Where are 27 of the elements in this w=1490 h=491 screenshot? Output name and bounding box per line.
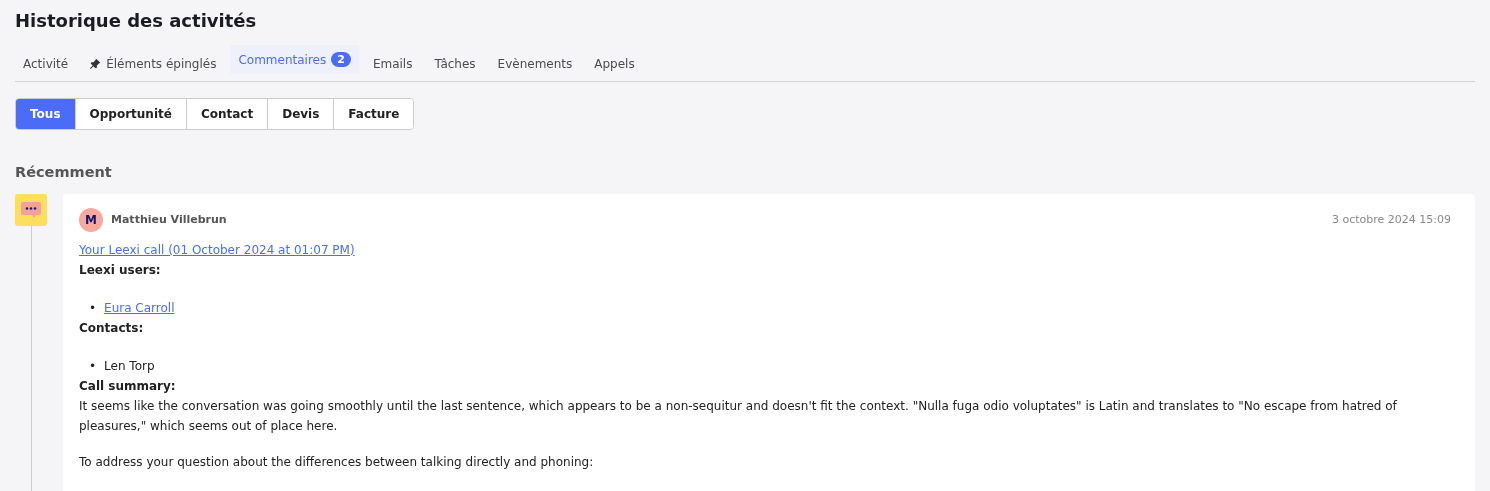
page-title: Historique des activités	[15, 9, 258, 33]
tab[interactable]: Éléments épinglés	[82, 46, 225, 81]
paragraph: To address your question about the differences between talking directly and phoning:	[79, 454, 595, 471]
filter-button[interactable]: Tous	[16, 99, 75, 129]
comment-icon	[15, 194, 47, 226]
avatar: M	[79, 208, 103, 232]
bullet: •	[89, 358, 97, 375]
tab[interactable]: Emails	[364, 46, 421, 81]
tab[interactable]: Evènements	[489, 46, 581, 81]
tab[interactable]: Tâches	[426, 46, 484, 81]
call-link[interactable]: Your Leexi call (01 October 2024 at 01:07 PM)	[79, 243, 355, 257]
bullet: •	[89, 300, 97, 317]
filter-button[interactable]: Facture	[333, 99, 414, 129]
section-title: Récemment	[15, 164, 113, 180]
pin-icon	[90, 58, 102, 69]
count-badge: 2	[331, 52, 351, 67]
paragraph: It seems like the conversation was going smoothly until the last sentence, which appears to be a non-sequitur and doesn't fit the context. "Nulla fuga odio voluptates" is Latin and translates to "No escape from hatred of pleasures," which seems out of place here.	[79, 398, 1398, 435]
tab[interactable]: Commentaires 2	[230, 45, 359, 74]
author-name: Matthieu Villebrun	[111, 212, 228, 228]
section-label: Contacts:	[79, 320, 145, 337]
timestamp: 3 octobre 2024 15:09	[1331, 212, 1451, 228]
tab[interactable]: Appels	[586, 46, 643, 81]
tab[interactable]: Activité	[15, 46, 77, 81]
section-label: Call summary:	[79, 378, 177, 395]
section-label: Leexi users:	[79, 262, 162, 279]
list-item: Len Torp	[104, 358, 155, 375]
user-link[interactable]: Eura Carroll	[104, 298, 175, 318]
